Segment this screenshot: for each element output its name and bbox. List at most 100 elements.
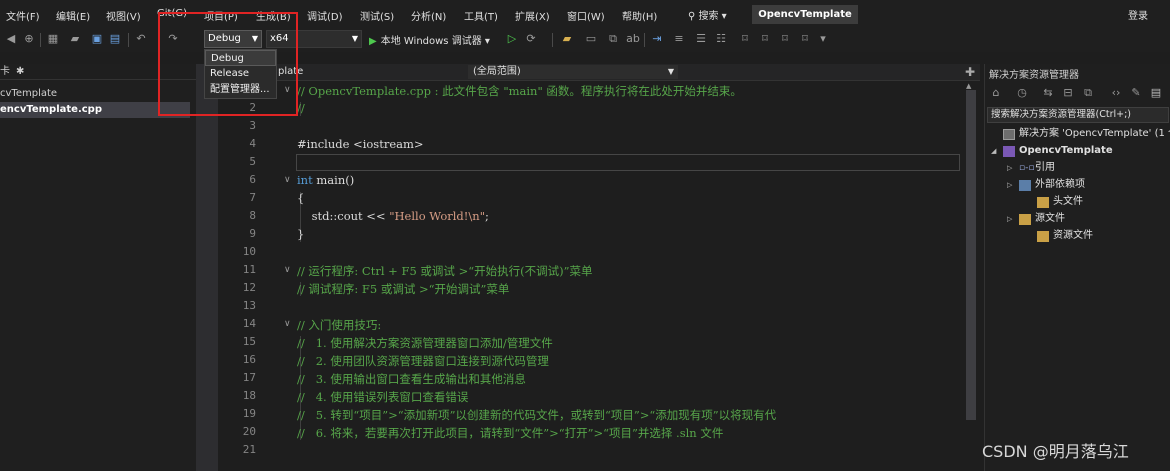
left-panel-tab[interactable]: 卡 ✱ [0,64,196,80]
code-token: // 6. 将来，若要再次打开此项目，请转到“文件”>“打开”>“项目”并选择 … [297,426,724,440]
menu-git[interactable]: Git(G) [157,8,187,19]
home-icon[interactable]: ⌂ [989,85,1003,101]
tree-item[interactable]: 解决方案 'OpencvTemplate' (1 个 [985,126,1170,142]
expand-caret-icon[interactable]: ▷ [1007,160,1012,176]
line-number: 12 [242,281,256,294]
editor-vertical-scrollbar[interactable]: ▲ [962,82,980,471]
project-icon [1003,146,1015,157]
folder-icon [1037,231,1049,242]
line-number: 7 [249,191,256,204]
left-project-item[interactable]: cvTemplate [0,88,57,99]
tree-item[interactable]: ▷ ▫-▫ 引用 [985,160,1170,176]
tree-item[interactable]: 头文件 [985,194,1170,210]
redo-icon[interactable]: ↷ [166,31,180,47]
code-editor[interactable]: 123456789101112131415161718192021 ∨// Op… [218,82,962,471]
toolbar-overflow-icon[interactable]: ▾ [816,31,830,47]
step-icon[interactable]: ⇥ [650,31,664,47]
history-icon[interactable]: ◷ [1015,85,1029,101]
scrollbar-thumb[interactable] [966,90,976,420]
fold-toggle-icon[interactable]: ∨ [284,175,291,185]
sync-icon[interactable]: ⇆ [1041,85,1055,101]
split-editor-icon[interactable]: ✚ [965,65,975,79]
expand-caret-icon[interactable]: ▷ [1007,177,1012,193]
left-panel-tab-label: 卡 [0,66,10,77]
line-number: 11 [242,263,256,276]
gear-icon[interactable]: ✱ [16,66,24,77]
project-dropdown[interactable]: plate [278,66,303,77]
window-layout-icon[interactable]: ▭ [584,31,598,47]
start-debugging-button[interactable]: ▶ 本地 Windows 调试器 ▾ [369,32,490,47]
preview-icon[interactable]: ▤ [1149,85,1163,101]
undo-icon[interactable]: ↶ [134,31,148,47]
code-token: // OpencvTemplate.cpp : 此文件包含 "main" 函数。… [297,84,742,98]
indent-icon[interactable]: ☰ [694,31,708,47]
code-line: // 2. 使用团队资源管理器窗口连接到源代码管理 [297,353,549,369]
menu-build[interactable]: 生成(B) [256,8,291,23]
solution-search-input[interactable]: 搜索解决方案资源管理器(Ctrl+;) [987,107,1169,123]
menu-edit[interactable]: 编辑(E) [56,8,90,23]
tree-item[interactable]: ▷ 源文件 [985,211,1170,227]
view-code-icon[interactable]: ‹› [1109,85,1123,101]
external-deps-icon [1019,180,1031,191]
search-button[interactable]: ⚲ 搜索 ▾ [688,7,727,22]
bookmark-icon[interactable]: ⌑ [738,31,752,47]
outdent-icon[interactable]: ☷ [714,31,728,47]
tree-item[interactable]: 资源文件 [985,228,1170,244]
navigate-forward-icon[interactable]: ⊕ [22,31,36,47]
menu-window[interactable]: 窗口(W) [567,8,605,23]
solution-platform-combo[interactable]: x64 ▼ [266,30,362,48]
hot-reload-icon[interactable]: ⟳ [524,31,538,47]
menu-project[interactable]: 项目(P) [204,8,238,23]
tree-item[interactable]: ▷ 外部依赖项 [985,177,1170,193]
config-option-manager[interactable]: 配置管理器... [205,82,276,98]
platform-value: x64 [270,33,289,44]
menu-analyze[interactable]: 分析(N) [411,8,446,23]
scope-dropdown[interactable]: (全局范围) ▼ [468,65,678,79]
next-bookmark-icon[interactable]: ⌑ [778,31,792,47]
prev-bookmark-icon[interactable]: ⌑ [758,31,772,47]
code-line: #include <iostream> [297,137,424,151]
chevron-down-icon: ▼ [667,67,674,76]
properties-icon[interactable]: ✎ [1129,85,1143,101]
solution-configuration-combo[interactable]: Debug ▼ [204,30,262,48]
browse-folder-icon[interactable]: ▰ [560,31,574,47]
configuration-value: Debug [208,33,241,44]
open-folder-icon[interactable]: ▰ [68,31,82,47]
fold-toggle-icon[interactable]: ∨ [284,265,291,275]
save-all-icon[interactable]: ▤ [108,31,122,47]
left-file-item[interactable]: encvTemplate.cpp [0,102,190,118]
menu-help[interactable]: 帮助(H) [622,8,657,23]
menu-test[interactable]: 测试(S) [360,8,394,23]
expand-caret-icon[interactable]: ◢ [991,143,996,159]
code-token: main() [312,173,355,187]
toolbar-separator [40,33,41,47]
menu-file[interactable]: 文件(F) [6,8,40,23]
expand-caret-icon[interactable]: ▷ [1007,211,1012,227]
new-item-icon[interactable]: ▦ [46,31,60,47]
fold-toggle-icon[interactable]: ∨ [284,85,291,95]
find-icon[interactable]: ⧉ [606,31,620,47]
save-icon[interactable]: ▣ [90,31,104,47]
clear-bookmarks-icon[interactable]: ⌑ [798,31,812,47]
code-token: std::cout << [297,209,390,223]
menu-extensions[interactable]: 扩展(X) [515,8,550,23]
menu-debug[interactable]: 调试(D) [307,8,343,23]
tree-item[interactable]: ◢ OpencvTemplate [985,143,1170,159]
code-line: } [297,227,304,241]
line-number: 8 [249,209,256,222]
menu-view[interactable]: 视图(V) [106,8,141,23]
tree-item-label: 引用 [1035,162,1055,173]
menu-tools[interactable]: 工具(T) [464,8,498,23]
show-all-files-icon[interactable]: ⧉ [1081,85,1095,101]
login-link[interactable]: 登录 [1128,7,1148,22]
collapse-all-icon[interactable]: ⊟ [1061,85,1075,101]
comment-lines-icon[interactable]: ≡ [672,31,686,47]
config-option-debug[interactable]: Debug [205,50,276,66]
fold-toggle-icon[interactable]: ∨ [284,319,291,329]
start-without-debugging-icon[interactable]: ▷ [505,31,519,47]
navigate-back-icon[interactable]: ◀ [4,31,18,47]
scroll-up-icon[interactable]: ▲ [966,82,971,90]
config-option-release[interactable]: Release [205,66,276,82]
spell-check-icon[interactable]: ab [626,31,640,47]
toolbar-separator [644,33,645,47]
